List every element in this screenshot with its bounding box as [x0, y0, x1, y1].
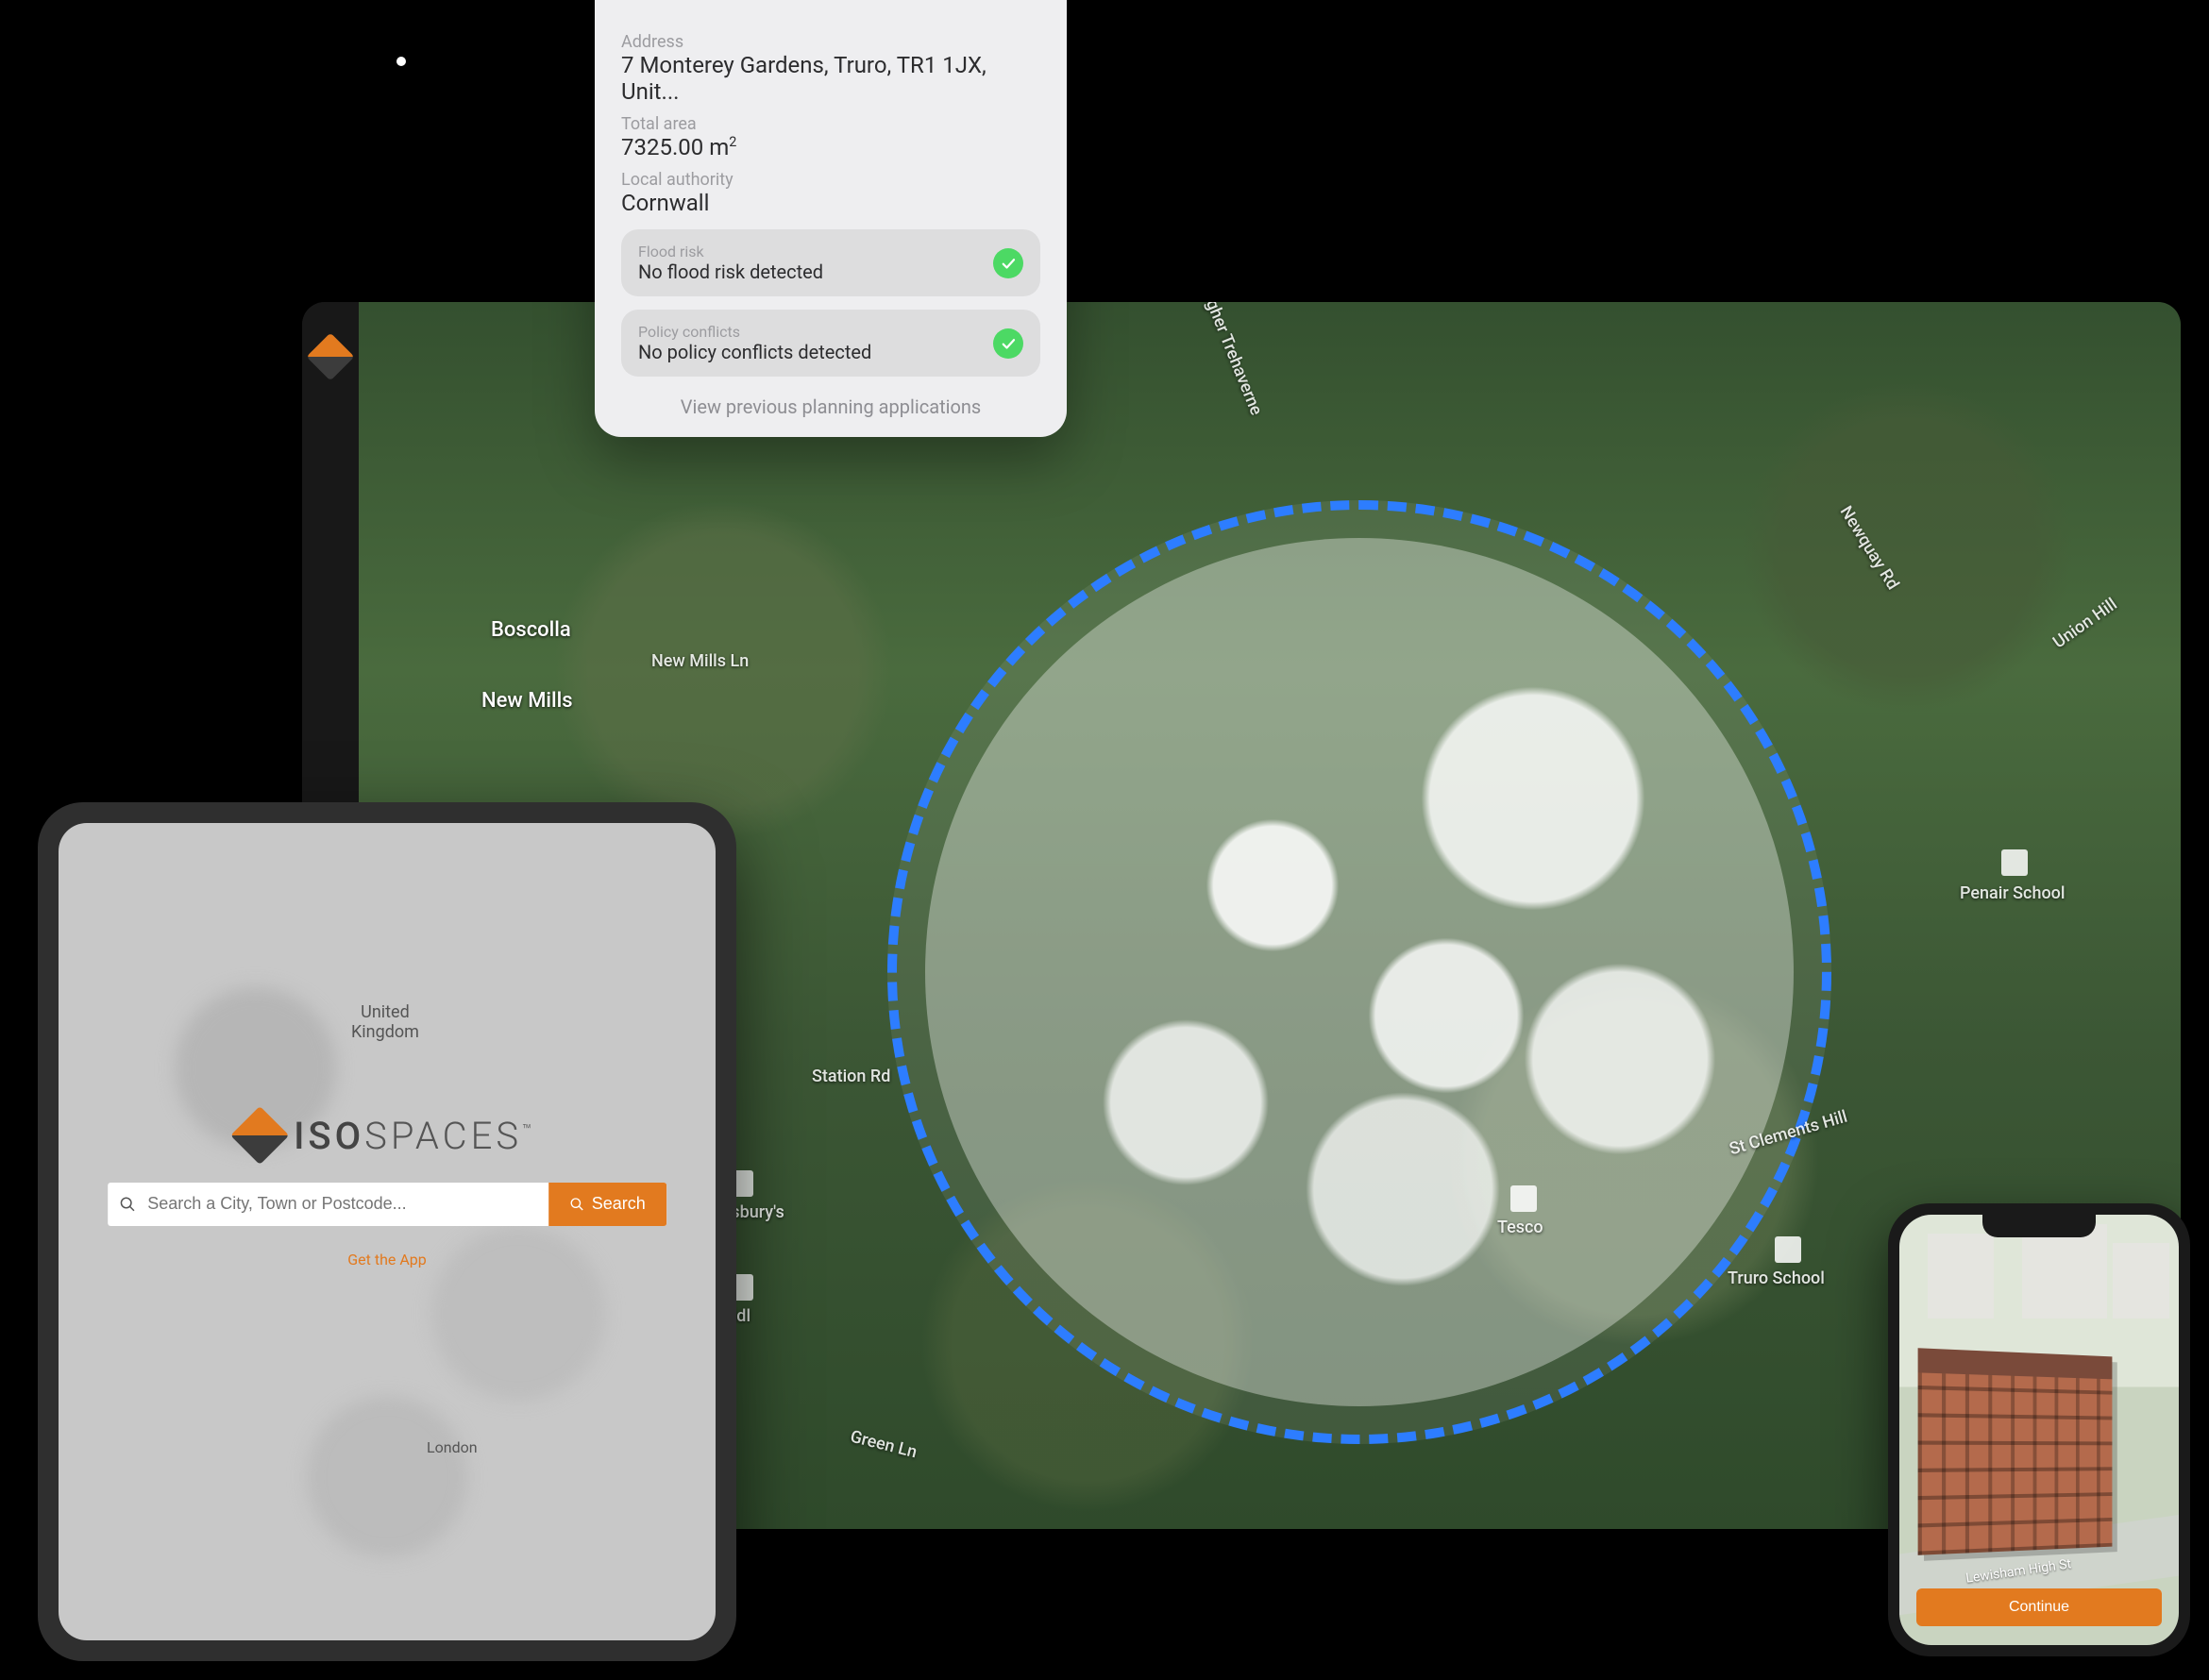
authority-value: Cornwall	[621, 190, 1040, 216]
building-block	[2022, 1224, 2107, 1319]
app-logo-icon[interactable]	[307, 333, 355, 381]
decorative-dot	[396, 57, 406, 66]
parcel-overlay	[925, 538, 1794, 1406]
phone-device: Lewisham High St Continue	[1888, 1203, 2190, 1656]
search-input[interactable]	[147, 1183, 548, 1226]
search-button[interactable]: Search	[548, 1183, 666, 1226]
previous-applications-link[interactable]: View previous planning applications	[621, 395, 1040, 418]
school-icon[interactable]	[1775, 1236, 1801, 1263]
address-label: Address	[621, 32, 1040, 52]
brand-text: ISOSPACES™	[294, 1114, 535, 1158]
get-app-link[interactable]: Get the App	[347, 1251, 427, 1268]
search-bar: Search	[108, 1183, 666, 1226]
phone-notch	[1982, 1215, 2096, 1237]
building-block	[1928, 1234, 1994, 1319]
authority-label: Local authority	[621, 170, 1040, 190]
checkmark-icon	[993, 248, 1023, 278]
map-label-union-hill: Union Hill	[2049, 595, 2121, 653]
flood-risk-label: Flood risk	[638, 243, 993, 260]
property-info-card: Address 7 Monterey Gardens, Truro, TR1 1…	[595, 0, 1067, 437]
3d-building	[1918, 1348, 2113, 1555]
map-label-newquay-rd: Newquay Rd	[1836, 502, 1903, 593]
map-label-truro-school: Truro School	[1728, 1268, 1825, 1288]
policy-conflicts-label: Policy conflicts	[638, 323, 993, 341]
map-label-green-ln: Green Ln	[849, 1427, 919, 1463]
tablet-device: UnitedKingdom London ISOSPACES™ Search G…	[38, 802, 736, 1661]
school-icon[interactable]	[2001, 849, 2028, 876]
map-label-new-mills: New Mills	[481, 689, 573, 713]
continue-button[interactable]: Continue	[1916, 1588, 2162, 1626]
map-label-uk: UnitedKingdom	[351, 1002, 419, 1042]
brand-logo-icon	[230, 1106, 289, 1165]
map-label-new-mills-ln: New Mills Ln	[651, 651, 749, 671]
search-radius-circle	[887, 500, 1831, 1444]
brand-logo-row: ISOSPACES™	[239, 1114, 535, 1158]
area-value: 7325.00 m2	[621, 134, 1040, 160]
map-label-tesco: Tesco	[1497, 1218, 1543, 1237]
map-label-london: London	[427, 1438, 478, 1456]
policy-conflicts-row[interactable]: Policy conflicts No policy conflicts det…	[621, 310, 1040, 377]
policy-conflicts-value: No policy conflicts detected	[638, 341, 993, 363]
tablet-screen: UnitedKingdom London ISOSPACES™ Search G…	[59, 823, 716, 1640]
area-label: Total area	[621, 114, 1040, 134]
shop-icon[interactable]	[1510, 1185, 1537, 1212]
address-value: 7 Monterey Gardens, Truro, TR1 1JX, Unit…	[621, 52, 1040, 105]
phone-screen[interactable]: Lewisham High St Continue	[1899, 1215, 2179, 1645]
flood-risk-value: No flood risk detected	[638, 260, 993, 283]
search-icon	[108, 1183, 147, 1226]
flood-risk-row[interactable]: Flood risk No flood risk detected	[621, 229, 1040, 296]
map-label-penair-school: Penair School	[1960, 883, 2065, 903]
map-label-higher-trehaverne: Higher Trehaverne	[1196, 302, 1267, 418]
checkmark-icon	[993, 328, 1023, 359]
building-block	[2113, 1243, 2169, 1319]
map-label-boscolla: Boscolla	[491, 618, 571, 642]
map-label-station-rd: Station Rd	[812, 1067, 890, 1086]
